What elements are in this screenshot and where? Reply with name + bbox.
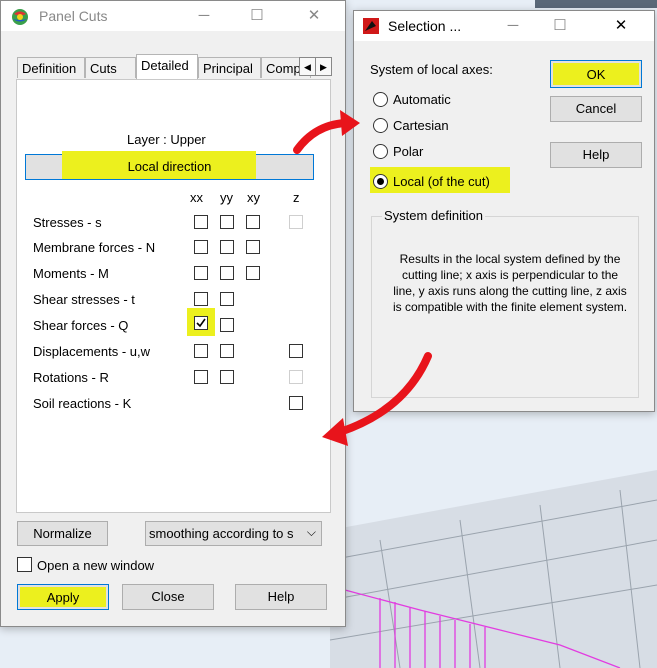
chevron-down-icon: ⌵ [306, 525, 316, 539]
row-label-shear-forces: Shear forces - Q [33, 318, 129, 333]
tab-scroll-right-icon[interactable]: ▶ [315, 57, 332, 76]
tab-scroll-left-icon[interactable]: ◀ [299, 57, 316, 76]
selection-dialog: Selection ... ─ ☐ ✕ System of local axes… [353, 10, 655, 412]
apply-button[interactable]: Apply [17, 584, 109, 610]
tab-definition[interactable]: Definition [17, 57, 85, 78]
membrane-xy-checkbox[interactable] [246, 240, 260, 254]
rotations-z-checkbox [289, 370, 303, 384]
column-header-xx: xx [190, 190, 203, 205]
row-label-displacements: Displacements - u,w [33, 344, 151, 359]
cartesian-label: Cartesian [393, 118, 449, 133]
displacements-z-checkbox[interactable] [289, 344, 303, 358]
local-of-cut-label: Local (of the cut) [393, 174, 490, 189]
help-button[interactable]: Help [550, 142, 642, 168]
moments-xy-checkbox[interactable] [246, 266, 260, 280]
normalize-button[interactable]: Normalize [17, 521, 108, 546]
shear-stresses-xx-checkbox[interactable] [194, 292, 208, 306]
column-header-z: z [293, 190, 300, 205]
maximize-icon[interactable]: ☐ [244, 4, 270, 28]
system-definition-label: System definition [382, 208, 485, 223]
membrane-yy-checkbox[interactable] [220, 240, 234, 254]
open-new-window-label: Open a new window [37, 558, 155, 573]
stresses-z-checkbox [289, 215, 303, 229]
checkmark-icon [196, 318, 206, 328]
selection-title: Selection ... [388, 18, 462, 34]
tab-cuts[interactable]: Cuts [85, 57, 136, 78]
automatic-radio[interactable] [373, 92, 388, 107]
local-of-cut-radio[interactable] [373, 174, 388, 189]
displacements-yy-checkbox[interactable] [220, 344, 234, 358]
smoothing-select[interactable]: smoothing according to s ⌵ [145, 521, 322, 546]
panel-cuts-title: Panel Cuts [39, 8, 108, 24]
cartesian-radio[interactable] [373, 118, 388, 133]
row-label-rotations: Rotations - R [33, 370, 109, 385]
detailed-tab-panel: Layer : Upper Local direction xx yy xy z… [16, 79, 331, 513]
polar-label: Polar [393, 144, 424, 159]
help-button[interactable]: Help [235, 584, 327, 610]
moments-xx-checkbox[interactable] [194, 266, 208, 280]
close-icon[interactable]: ✕ [301, 4, 327, 28]
smoothing-select-value: smoothing according to s [149, 526, 294, 541]
app-globe-icon [12, 9, 28, 25]
minimize-icon[interactable]: ─ [500, 14, 526, 38]
selection-titlebar[interactable]: Selection ... ─ ☐ ✕ [354, 11, 654, 41]
apply-label: Apply [46, 590, 80, 605]
app-icon [363, 18, 379, 34]
local-direction-label: Local direction [127, 159, 212, 174]
close-button[interactable]: Close [122, 584, 214, 610]
panel-cuts-titlebar[interactable]: Panel Cuts ─ ☐ ✕ [1, 1, 345, 31]
automatic-label: Automatic [393, 92, 451, 107]
open-new-window-checkbox[interactable] [17, 557, 32, 572]
shear-forces-xx-checkbox[interactable] [194, 316, 208, 330]
cancel-button[interactable]: Cancel [550, 96, 642, 122]
soil-reactions-z-checkbox[interactable] [289, 396, 303, 410]
row-label-soil-reactions: Soil reactions - K [33, 396, 132, 411]
row-label-membrane-forces: Membrane forces - N [33, 240, 156, 255]
stresses-yy-checkbox[interactable] [220, 215, 234, 229]
system-of-local-axes-label: System of local axes: [370, 62, 493, 77]
stresses-xx-checkbox[interactable] [194, 215, 208, 229]
tab-principal[interactable]: Principal [198, 57, 261, 78]
column-header-xy: xy [247, 190, 260, 205]
close-icon[interactable]: ✕ [608, 14, 634, 38]
local-direction-button[interactable]: Local direction [25, 151, 314, 180]
membrane-xx-checkbox[interactable] [194, 240, 208, 254]
layer-label: Layer : Upper [127, 132, 206, 147]
minimize-icon[interactable]: ─ [191, 4, 217, 28]
ok-label: OK [586, 67, 606, 82]
maximize-icon[interactable]: ☐ [547, 14, 573, 38]
shear-forces-yy-checkbox[interactable] [220, 318, 234, 332]
row-label-moments: Moments - M [33, 266, 109, 281]
rotations-yy-checkbox[interactable] [220, 370, 234, 384]
displacements-xx-checkbox[interactable] [194, 344, 208, 358]
column-header-yy: yy [220, 190, 233, 205]
ok-button[interactable]: OK [550, 60, 642, 88]
moments-yy-checkbox[interactable] [220, 266, 234, 280]
row-label-shear-stresses: Shear stresses - t [33, 292, 135, 307]
rotations-xx-checkbox[interactable] [194, 370, 208, 384]
panel-cuts-dialog: Panel Cuts ─ ☐ ✕ Definition Cuts Detaile… [0, 0, 346, 627]
tab-detailed[interactable]: Detailed [136, 54, 198, 79]
system-definition-text: Results in the local system defined by t… [392, 252, 628, 314]
row-label-stresses: Stresses - s [33, 215, 102, 230]
shear-stresses-yy-checkbox[interactable] [220, 292, 234, 306]
stresses-xy-checkbox[interactable] [246, 215, 260, 229]
polar-radio[interactable] [373, 144, 388, 159]
